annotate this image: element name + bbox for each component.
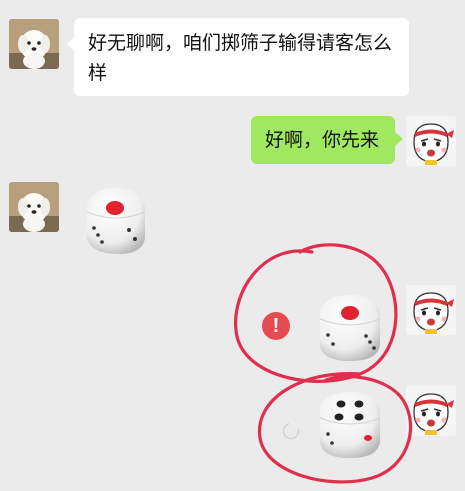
friend-message-bubble[interactable]: 好无聊啊，咱们掷筛子输得请客怎么样 <box>74 18 409 96</box>
my-dice-sending-icon[interactable] <box>312 386 388 462</box>
cartoon-face-icon <box>406 285 456 335</box>
my-bubble-tail <box>395 132 403 146</box>
cartoon-face-icon <box>406 116 456 166</box>
dog-photo-icon <box>9 182 59 232</box>
my-message-bubble[interactable]: 好啊，你先来 <box>251 116 395 164</box>
dog-photo-icon <box>9 19 59 69</box>
my-avatar[interactable] <box>406 116 456 166</box>
my-message-text: 好啊，你先来 <box>265 129 380 151</box>
send-failed-icon[interactable]: ! <box>262 312 290 340</box>
my-dice-failed-icon[interactable] <box>312 289 388 365</box>
friend-avatar-2[interactable] <box>9 182 59 232</box>
friend-avatar[interactable] <box>9 19 59 69</box>
friend-dice-icon[interactable] <box>77 182 153 258</box>
cartoon-face-icon <box>406 386 456 436</box>
sending-spinner-icon <box>280 420 302 442</box>
my-avatar-3[interactable] <box>406 386 456 436</box>
friend-message-text: 好无聊啊，咱们掷筛子输得请客怎么样 <box>88 32 393 84</box>
my-avatar-2[interactable] <box>406 285 456 335</box>
